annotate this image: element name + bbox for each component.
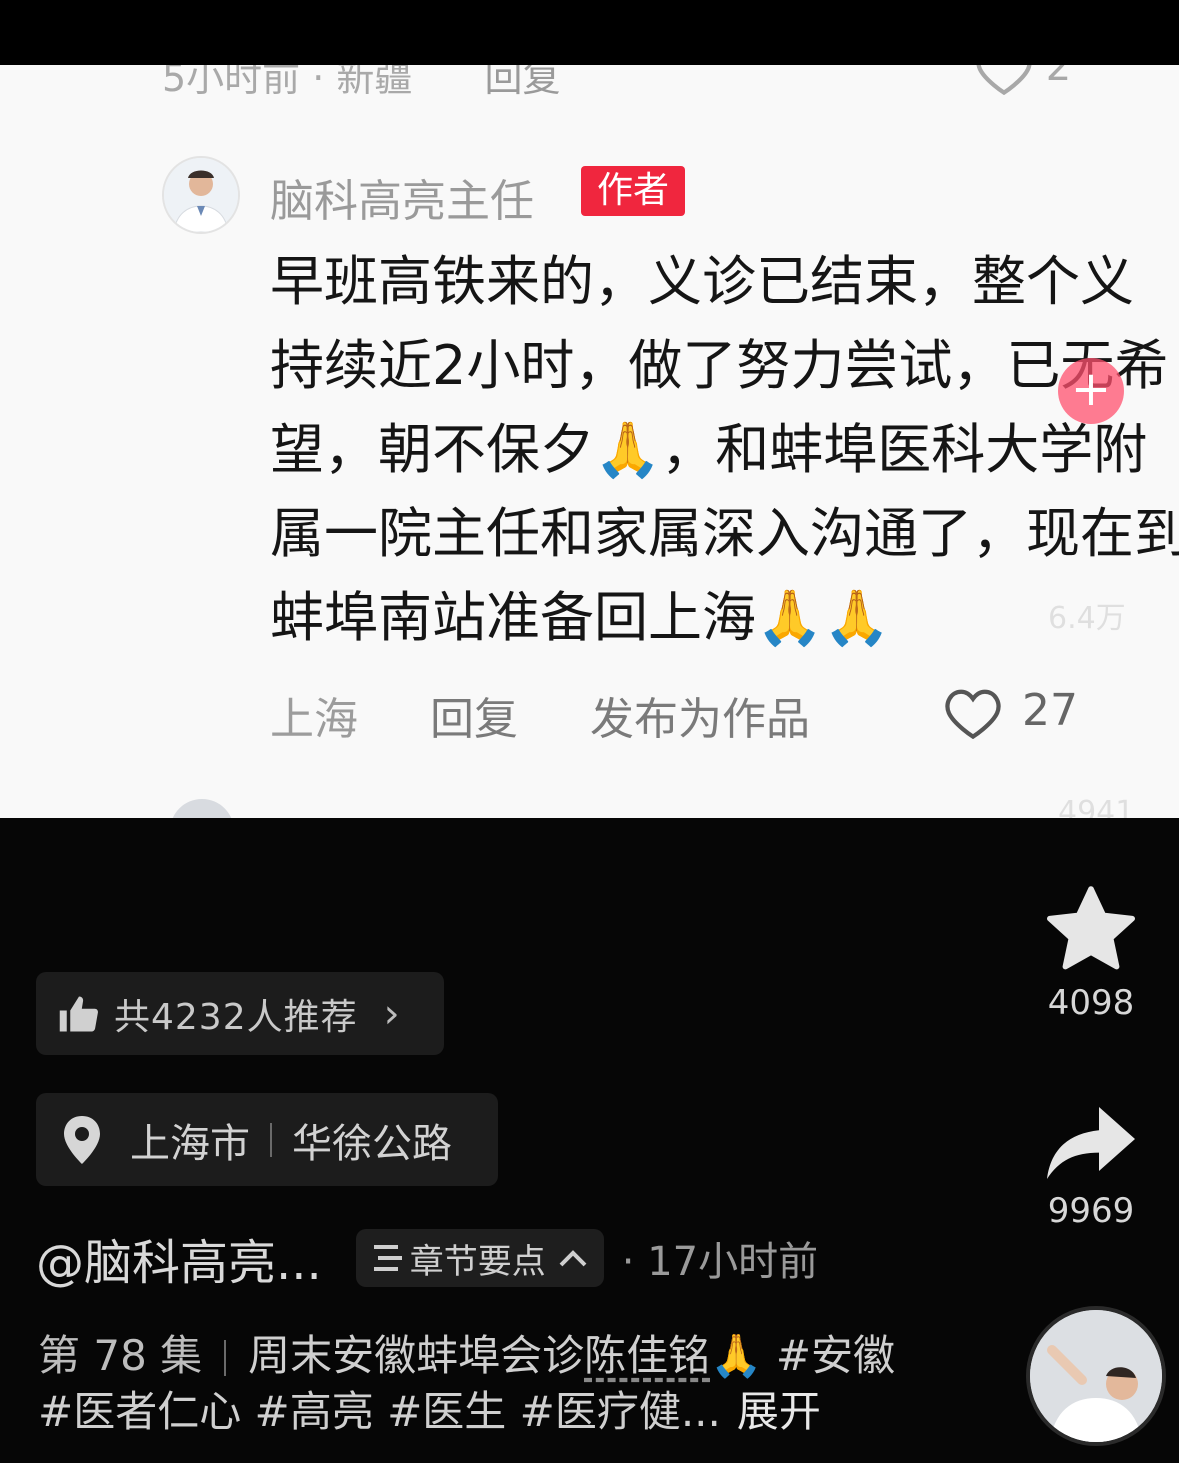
share-arrow-icon — [1047, 1107, 1135, 1179]
location-divider — [270, 1122, 272, 1157]
comment-line: 蚌埠南站准备回上海🙏🙏 — [270, 576, 1179, 660]
comment-line-part: ，和蚌埠医科大学附 — [661, 418, 1148, 481]
chevron-up-icon — [559, 1250, 587, 1267]
chevron-right-icon: › — [383, 990, 400, 1037]
previous-comment-meta: 5小时前 · 新疆 回复 — [162, 65, 561, 102]
heart-icon — [945, 689, 1001, 740]
comment-like-count: 27 — [1022, 685, 1078, 736]
previous-reply-link: 回复 — [484, 65, 561, 100]
location-pill[interactable]: 上海市 华徐公路 — [36, 1093, 498, 1186]
overlay-like-count: 6.4万 — [1048, 601, 1126, 636]
chapter-points-button[interactable]: 章节要点 — [355, 1229, 604, 1287]
comment-author-name: 脑科高亮主任 — [270, 176, 534, 227]
comment-screenshot: 5小时前 · 新疆 回复 2 脑科高亮主任 作者 早班高铁来的，义诊已结束，整个… — [0, 65, 1179, 818]
overlay-comment-count: 4941 — [1058, 795, 1135, 818]
doctor-avatar-icon — [164, 158, 238, 232]
comment-line: 属一院主任和家属深入沟通了，现在到 — [270, 502, 1179, 565]
author-handle[interactable]: @脑科高亮... — [36, 1223, 322, 1293]
caption-divider — [224, 1340, 227, 1376]
publish-as-work-link: 发布为作品 — [590, 694, 810, 745]
comment-line-part: 蚌埠南站准备回上海 — [270, 586, 756, 649]
location-road: 华徐公路 — [292, 1120, 452, 1167]
author-badge: 作者 — [581, 166, 686, 216]
pray-emoji-icon: 🙏 — [594, 418, 662, 481]
heart-icon — [976, 65, 1032, 96]
author-avatar — [162, 156, 240, 234]
comment-meta: 上海 回复 发布为作品 — [270, 683, 868, 747]
next-comment-avatar — [170, 799, 234, 818]
comment-line: 早班高铁来的，义诊已结束，整个义 — [270, 250, 1134, 313]
comment-line: 望，朝不保夕🙏，和蚌埠医科大学附 — [270, 408, 1179, 492]
recommend-label: 共4232人推荐 — [114, 996, 358, 1038]
pray-emoji-icon: 🙏 — [756, 586, 824, 649]
star-icon — [1047, 886, 1135, 970]
chapter-points-label: 章节要点 — [409, 1241, 546, 1282]
favorite-count: 4098 — [1047, 983, 1135, 1023]
previous-comment-time-location: 5小时前 · 新疆 — [162, 65, 413, 100]
pray-emoji-icon: 🙏 — [823, 586, 891, 649]
location-city: 上海市 — [130, 1120, 250, 1167]
top-black-bar — [0, 0, 1179, 65]
expand-button[interactable]: 展开 — [737, 1387, 821, 1436]
thumbs-up-icon — [59, 996, 98, 1031]
previous-like-count: 2 — [1045, 65, 1072, 90]
comment-body: 早班高铁来的，义诊已结束，整个义 持续近2小时，做了努力尝试，已无希 望，朝不保… — [270, 240, 1179, 660]
mentioned-name[interactable]: 陈佳铭 — [584, 1331, 710, 1380]
comment-line: 持续近2小时，做了努力尝试，已无希 — [270, 334, 1169, 397]
caption-text: 周末安徽蚌埠会诊 — [248, 1331, 585, 1380]
author-row: @脑科高亮... 章节要点 · 17小时前 — [36, 1228, 819, 1291]
favorite-button[interactable]: 4098 — [1031, 883, 1151, 1023]
list-icon — [373, 1245, 402, 1271]
follow-plus-icon[interactable]: + — [1058, 358, 1124, 424]
reply-link: 回复 — [430, 694, 518, 745]
share-button[interactable]: 9969 — [1031, 1103, 1151, 1231]
previous-comment-like: 2 — [975, 65, 1072, 96]
video-caption[interactable]: 第 78 集周末安徽蚌埠会诊陈佳铭🙏 #安徽 #医者仁心 #高亮 #医生 #医疗… — [38, 1328, 898, 1440]
comment-like: 27 — [944, 685, 1078, 740]
creator-avatar-icon — [1030, 1310, 1162, 1442]
share-count: 9969 — [1047, 1191, 1135, 1231]
music-disc-avatar[interactable] — [1026, 1306, 1166, 1446]
comment-location: 上海 — [270, 694, 358, 745]
recommend-pill[interactable]: 共4232人推荐 › — [36, 972, 444, 1055]
comment-line-part: 望，朝不保夕 — [270, 418, 594, 481]
location-pin-icon — [64, 1115, 100, 1164]
post-time: · 17小时前 — [621, 1239, 819, 1285]
episode-label: 第 78 集 — [38, 1331, 203, 1380]
pray-emoji-icon: 🙏 — [710, 1331, 763, 1380]
